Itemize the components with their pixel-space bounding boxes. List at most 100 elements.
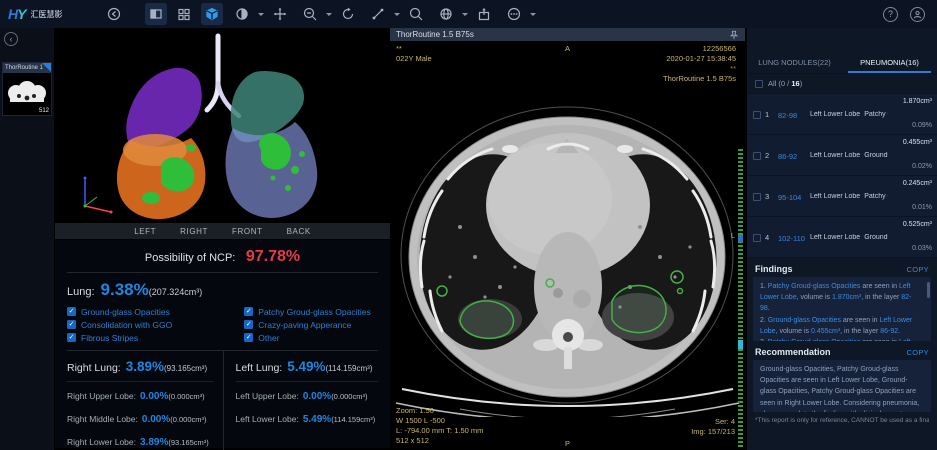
view-buttons-bar: LEFT RIGHT FRONT BACK xyxy=(55,222,390,240)
ncp-value: 97.78% xyxy=(245,248,301,265)
zoom-out-tool[interactable] xyxy=(296,3,332,25)
findings-title: Findings xyxy=(755,264,793,274)
lesion-layer-range[interactable]: 102-110 xyxy=(778,234,805,243)
lesion-layer-range[interactable]: 82-98 xyxy=(778,111,797,120)
recommendation-title: Recommendation xyxy=(755,347,831,357)
lesion-checkbox[interactable] xyxy=(753,233,761,242)
lung-3d-render[interactable] xyxy=(55,28,390,222)
lesion-checkbox[interactable] xyxy=(753,110,761,119)
tab-pneumonia[interactable]: PNEUMONIA(16) xyxy=(842,52,937,73)
cube-3d-icon[interactable] xyxy=(201,3,223,25)
ncp-probability: Possibility of NCP: 97.78% xyxy=(67,245,378,273)
toolbar-right: ? xyxy=(883,6,929,22)
lesion-row[interactable]: 2 86-92 Left Lower LobeGround-glass Op 0… xyxy=(747,135,937,176)
ct-axial-image xyxy=(390,87,745,417)
grid-icon-glyph xyxy=(178,8,190,21)
help-icon[interactable]: ? xyxy=(883,6,898,22)
lobe-stat: Left Lower Lobe: 5.49% (114.159cm³) xyxy=(235,414,376,425)
tab-lung-nodules[interactable]: LUNG NODULES(22) xyxy=(747,52,842,73)
measure-tool[interactable] xyxy=(364,3,400,25)
layout-icon[interactable] xyxy=(145,3,167,25)
select-all-label: All (0 / 16) xyxy=(768,79,803,88)
legend-item: ✓ Crazy-paving Apperance xyxy=(244,319,352,330)
more-icon xyxy=(503,3,525,25)
recommendation-header: Recommendation COPY xyxy=(747,341,937,360)
lobe-stat: Right Upper Lobe: 0.00% (0.000cm³) xyxy=(67,391,205,402)
layout-icon-glyph xyxy=(150,9,162,19)
checkbox-checked-icon[interactable]: ✓ xyxy=(244,307,254,316)
findings-panel: LUNG NODULES(22) PNEUMONIA(16) All (0 / … xyxy=(745,28,937,450)
slice-marker-secondary xyxy=(738,235,743,243)
contrast-tool[interactable] xyxy=(228,3,264,25)
left-lung-column: Left Lung: 5.49% (114.159cm³) Left Upper… xyxy=(222,351,378,450)
slice-marker-current[interactable] xyxy=(738,339,743,349)
ct-overlay-patient: ** 022Y Male xyxy=(396,44,432,63)
account-icon-glyph xyxy=(913,10,922,18)
recommendation-box[interactable]: Ground-glass Opacities, Patchy Groud-gla… xyxy=(753,360,931,412)
lesion-volume: 0.245cm³ xyxy=(902,180,932,187)
view-back-button[interactable]: BACK xyxy=(287,227,311,236)
checkbox-checked-icon[interactable]: ✓ xyxy=(67,333,76,342)
rotate-icon[interactable] xyxy=(337,3,359,25)
logo-mark: HY xyxy=(8,6,27,22)
findings-box[interactable]: 1. Patchy Groud-glass Opacities are seen… xyxy=(753,277,931,341)
chevron-down-icon[interactable] xyxy=(258,12,264,16)
slice-position-strip[interactable] xyxy=(738,149,743,447)
ct-orientation-posterior: P xyxy=(564,439,571,448)
select-all-checkbox[interactable] xyxy=(755,79,763,88)
right-lung-column: Right Lung: 3.89% (93.165cm³) Right Uppe… xyxy=(67,351,223,450)
lesion-layer-range[interactable]: 86-92 xyxy=(778,152,797,161)
chevron-down-icon[interactable] xyxy=(326,12,332,16)
recommendation-copy-button[interactable]: COPY xyxy=(907,348,929,357)
checkbox-checked-icon[interactable]: ✓ xyxy=(244,320,254,329)
cube-icon-glyph xyxy=(206,7,218,21)
search-icon[interactable] xyxy=(405,3,427,25)
lesion-layer-range[interactable]: 95-104 xyxy=(778,193,801,202)
back-icon[interactable] xyxy=(103,3,125,25)
view-right-button[interactable]: RIGHT xyxy=(180,227,208,236)
account-icon[interactable] xyxy=(910,6,925,22)
legend-item: ✓ Consolidation with GGO xyxy=(67,319,173,330)
view-left-button[interactable]: LEFT xyxy=(134,227,156,236)
lesion-type: Ground-glass Op xyxy=(864,152,888,159)
lesion-tabs: LUNG NODULES(22) PNEUMONIA(16) xyxy=(747,52,937,74)
selected-corner-marker xyxy=(42,63,51,72)
export-icon[interactable] xyxy=(473,3,495,25)
lesion-row[interactable]: 4 102-110 Left Lower LobeGround-glass Op… xyxy=(747,217,937,258)
collapse-rail-icon[interactable]: ‹ xyxy=(4,32,18,46)
checkbox-checked-icon[interactable]: ✓ xyxy=(67,307,76,316)
window-level-tool[interactable] xyxy=(432,3,468,25)
ct-viewport[interactable]: ** 022Y Male A 12256566 2020-01-27 15:38:4… xyxy=(390,41,745,450)
ct-title-bar[interactable]: ThorRoutine 1.5 B75s xyxy=(390,28,745,41)
lesion-percent: 0.03% xyxy=(912,245,932,252)
checkbox-checked-icon[interactable]: ✓ xyxy=(244,333,254,342)
lesion-location: Left Lower Lobe xyxy=(810,152,861,159)
more-tool[interactable] xyxy=(500,3,536,25)
lobe-stat: Right Middle Lobe: 0.00% (0.000cm³) xyxy=(67,414,207,425)
legend-item: ✓ Patchy Groud-glass Opacities xyxy=(244,306,371,317)
lesion-row[interactable]: 1 82-98 Left Lower LobePatchy Groud-gla … xyxy=(747,94,937,135)
lesion-type: Patchy Groud-gla xyxy=(864,193,888,200)
pin-icon[interactable] xyxy=(729,30,739,40)
chevron-down-icon[interactable] xyxy=(394,12,400,16)
lesion-row[interactable]: 3 95-104 Left Lower LobePatchy Groud-gla… xyxy=(747,176,937,217)
ct-orientation-left: L xyxy=(730,231,735,240)
lesion-checkbox[interactable] xyxy=(753,192,761,201)
grid-layout-icon[interactable] xyxy=(173,3,195,25)
checkbox-checked-icon[interactable]: ✓ xyxy=(67,320,76,329)
lesion-index: 4 xyxy=(765,233,770,242)
chevron-down-icon[interactable] xyxy=(462,12,468,16)
pan-icon[interactable] xyxy=(269,3,291,25)
chevron-down-icon[interactable] xyxy=(530,12,536,16)
findings-scrollbar[interactable] xyxy=(927,282,930,298)
lesion-percent: 0.02% xyxy=(912,163,932,170)
export-icon-glyph xyxy=(478,8,490,21)
series-thumbnail[interactable]: ThorRoutine 1 512 xyxy=(2,62,52,116)
recommendation-text: Ground-glass Opacities, Patchy Groud-gla… xyxy=(760,366,920,412)
ct-overlay-params: Zoom: 1.50 W 1500 L -500 L: -794.00 mm T: … xyxy=(396,406,484,445)
lesion-checkbox[interactable] xyxy=(753,151,761,160)
view-front-button[interactable]: FRONT xyxy=(232,227,263,236)
ct-orientation-anterior: A xyxy=(564,44,571,53)
findings-copy-button[interactable]: COPY xyxy=(907,265,929,274)
series-rail: ‹ ThorRoutine 1 512 xyxy=(0,28,55,450)
